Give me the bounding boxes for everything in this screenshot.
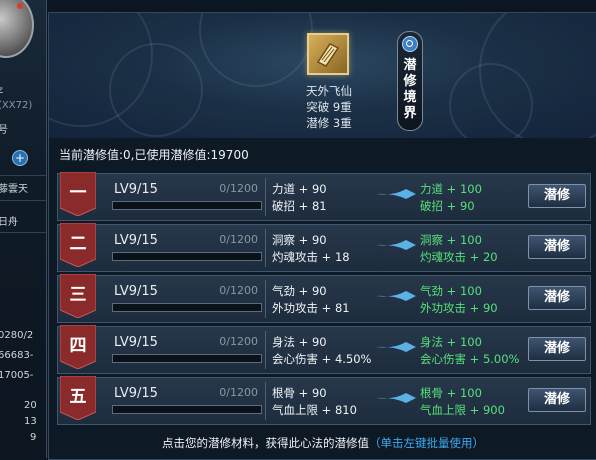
left-text-5: 日舟 bbox=[0, 217, 18, 228]
arrow-right-icon bbox=[376, 240, 416, 250]
row-numeral: 一 bbox=[69, 183, 87, 203]
item-name: 天外飞仙 bbox=[306, 84, 352, 98]
martial-art-icon[interactable] bbox=[307, 33, 349, 75]
cultivate-button[interactable]: 潜修 bbox=[528, 235, 586, 259]
row-progress-bar bbox=[112, 252, 262, 261]
next-stat-2: 会心伤害 + 5.00% bbox=[420, 352, 520, 366]
row-level: LV9/15 bbox=[114, 233, 158, 248]
cultivate-button[interactable]: 潜修 bbox=[528, 184, 586, 208]
row-level: LV9/15 bbox=[114, 182, 158, 197]
arrow-right-icon bbox=[376, 393, 416, 403]
cultivation-row: 一 LV9/15 0/1200 力道 + 90 破招 + 81 力道 + 100… bbox=[57, 171, 591, 221]
row-progress-text: 0/1200 bbox=[219, 386, 258, 399]
cultivate-button[interactable]: 潜修 bbox=[528, 337, 586, 361]
add-icon[interactable]: + bbox=[12, 150, 28, 166]
arrow-right-icon bbox=[376, 342, 416, 352]
current-stat-2: 破招 + 81 bbox=[272, 199, 327, 213]
row-progress-bar bbox=[112, 201, 262, 210]
current-stat-1: 身法 + 90 bbox=[272, 335, 327, 349]
footer-instruction: 点击您的潜修材料，获得此心法的潜修值（单击左键批量使用） bbox=[49, 431, 596, 455]
current-stat-1: 力道 + 90 bbox=[272, 182, 327, 196]
cultivation-summary: 当前潜修值:0,已使用潜修值:19700 bbox=[59, 148, 249, 162]
current-stat-2: 灼魂攻击 + 18 bbox=[272, 250, 350, 264]
left-text-4: 藤雲天 bbox=[0, 184, 28, 195]
banner-icon: 一 bbox=[59, 171, 97, 217]
next-stat-1: 力道 + 100 bbox=[420, 182, 482, 196]
current-stat-2: 外功攻击 + 81 bbox=[272, 301, 350, 315]
next-stat-2: 灼魂攻击 + 20 bbox=[420, 250, 498, 264]
cultivation-realm-label: 潜修境界 bbox=[403, 58, 417, 121]
magnifier-icon bbox=[402, 36, 418, 52]
cultivate-button[interactable]: 潜修 bbox=[528, 286, 586, 310]
row-progress-bar bbox=[112, 405, 262, 414]
batch-use-hint[interactable]: （单击左键批量使用） bbox=[369, 436, 484, 450]
row-progress-bar bbox=[112, 303, 262, 312]
row-numeral: 四 bbox=[69, 336, 87, 356]
breakthrough-level: 突破 9重 bbox=[306, 100, 352, 114]
left-text-6: 0280/2 bbox=[0, 330, 34, 341]
cultivation-row: 五 LV9/15 0/1200 根骨 + 90 气血上限 + 810 根骨 + … bbox=[57, 375, 591, 425]
next-stat-2: 破招 + 90 bbox=[420, 199, 475, 213]
left-text-10: 13 bbox=[24, 416, 37, 427]
cultivation-row: 二 LV9/15 0/1200 洞察 + 90 灼魂攻击 + 18 洞察 + 1… bbox=[57, 222, 591, 272]
banner-icon: 三 bbox=[59, 273, 97, 319]
banner-icon: 二 bbox=[59, 222, 97, 268]
left-text-11: 9 bbox=[30, 432, 37, 443]
cultivation-panel: 天外飞仙 突破 9重 潜修 3重 潜修境界 当前潜修值:0,已使用潜修值:197… bbox=[48, 12, 596, 460]
cultivate-button[interactable]: 潜修 bbox=[528, 388, 586, 412]
current-stat-1: 气劲 + 90 bbox=[272, 284, 327, 298]
left-text-1: ε bbox=[0, 85, 3, 96]
row-numeral: 二 bbox=[69, 234, 87, 254]
left-text-8: 17005- bbox=[0, 370, 34, 381]
row-progress-text: 0/1200 bbox=[219, 233, 258, 246]
header-banner: 天外飞仙 突破 9重 潜修 3重 潜修境界 bbox=[49, 13, 596, 138]
left-text-3: 号 bbox=[0, 121, 8, 136]
left-text-9: 20 bbox=[24, 400, 37, 411]
next-stat-1: 根骨 + 100 bbox=[420, 386, 482, 400]
current-stat-1: 洞察 + 90 bbox=[272, 233, 327, 247]
next-stat-1: 洞察 + 100 bbox=[420, 233, 482, 247]
banner-icon: 五 bbox=[59, 375, 97, 421]
row-progress-text: 0/1200 bbox=[219, 335, 258, 348]
cultivation-realm-button[interactable]: 潜修境界 bbox=[397, 31, 423, 131]
cultivation-row: 三 LV9/15 0/1200 气劲 + 90 外功攻击 + 81 气劲 + 1… bbox=[57, 273, 591, 323]
next-stat-1: 身法 + 100 bbox=[420, 335, 482, 349]
footer-text: 点击您的潜修材料，获得此心法的潜修值 bbox=[162, 436, 369, 450]
notification-dot bbox=[17, 3, 23, 9]
next-stat-1: 气劲 + 100 bbox=[420, 284, 482, 298]
avatar[interactable] bbox=[0, 0, 34, 58]
current-stat-2: 气血上限 + 810 bbox=[272, 403, 357, 417]
current-stat-2: 会心伤害 + 4.50% bbox=[272, 352, 372, 366]
arrow-right-icon bbox=[376, 291, 416, 301]
left-text-2: (XX72) bbox=[0, 100, 33, 111]
arrow-right-icon bbox=[376, 189, 416, 199]
left-panel: ε (XX72) 号 + 藤雲天 日舟 0280/2 66683- 17005-… bbox=[0, 0, 47, 458]
left-text-7: 66683- bbox=[0, 350, 34, 361]
row-level: LV9/15 bbox=[114, 386, 158, 401]
banner-icon: 四 bbox=[59, 324, 97, 370]
row-progress-text: 0/1200 bbox=[219, 182, 258, 195]
cultivation-row: 四 LV9/15 0/1200 身法 + 90 会心伤害 + 4.50% 身法 … bbox=[57, 324, 591, 374]
current-stat-1: 根骨 + 90 bbox=[272, 386, 327, 400]
next-stat-2: 气血上限 + 900 bbox=[420, 403, 505, 417]
row-numeral: 五 bbox=[69, 387, 87, 407]
row-numeral: 三 bbox=[69, 285, 87, 305]
row-level: LV9/15 bbox=[114, 284, 158, 299]
row-progress-bar bbox=[112, 354, 262, 363]
next-stat-2: 外功攻击 + 90 bbox=[420, 301, 498, 315]
row-level: LV9/15 bbox=[114, 335, 158, 350]
row-progress-text: 0/1200 bbox=[219, 284, 258, 297]
cultivation-level: 潜修 3重 bbox=[306, 116, 352, 130]
